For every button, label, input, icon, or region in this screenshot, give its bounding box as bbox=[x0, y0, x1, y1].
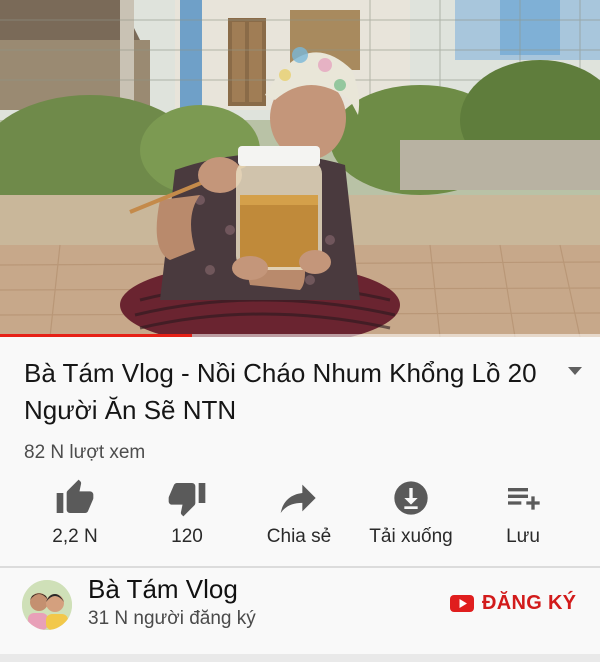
like-button[interactable]: 2,2 N bbox=[20, 478, 130, 558]
video-title-row[interactable]: Bà Tám Vlog - Nồi Cháo Nhum Khổng Lồ 20 … bbox=[0, 337, 600, 439]
playlist-add-icon bbox=[508, 488, 540, 510]
download-icon bbox=[394, 481, 428, 515]
subscribe-button[interactable]: ĐĂNG KÝ bbox=[450, 588, 576, 618]
channel-row[interactable]: Bà Tám Vlog 31 N người đăng ký ĐĂNG KÝ bbox=[0, 568, 600, 662]
download-label: Tải xuống bbox=[369, 526, 453, 547]
download-button[interactable]: Tải xuống bbox=[356, 478, 466, 558]
channel-name[interactable]: Bà Tám Vlog bbox=[88, 574, 238, 605]
youtube-logo-icon bbox=[450, 594, 474, 612]
dislike-count: 120 bbox=[171, 526, 203, 547]
save-button[interactable]: Lưu bbox=[468, 478, 578, 558]
like-count: 2,2 N bbox=[52, 526, 98, 547]
save-label: Lưu bbox=[506, 526, 540, 547]
chevron-down-icon[interactable] bbox=[566, 365, 584, 377]
thumbs-up-icon bbox=[56, 479, 94, 513]
action-bar: 2,2 N 120 Chia sẻ Tải xuống Lưu bbox=[0, 478, 600, 566]
channel-avatar-image bbox=[22, 580, 72, 630]
video-thumbnail bbox=[0, 0, 600, 337]
subscribe-label: ĐĂNG KÝ bbox=[482, 591, 577, 614]
subscriber-count: 31 N người đăng ký bbox=[88, 608, 256, 629]
bottom-divider bbox=[0, 654, 600, 662]
avatar[interactable] bbox=[22, 580, 72, 630]
thumbs-down-icon bbox=[168, 483, 206, 517]
share-label: Chia sẻ bbox=[266, 526, 332, 547]
share-icon bbox=[280, 484, 316, 513]
share-button[interactable]: Chia sẻ bbox=[244, 478, 354, 558]
view-count: 82 N lượt xem bbox=[24, 442, 146, 463]
dislike-button[interactable]: 120 bbox=[132, 478, 242, 558]
video-player[interactable] bbox=[0, 0, 600, 337]
video-title: Bà Tám Vlog - Nồi Cháo Nhum Khổng Lồ 20 … bbox=[24, 358, 537, 425]
